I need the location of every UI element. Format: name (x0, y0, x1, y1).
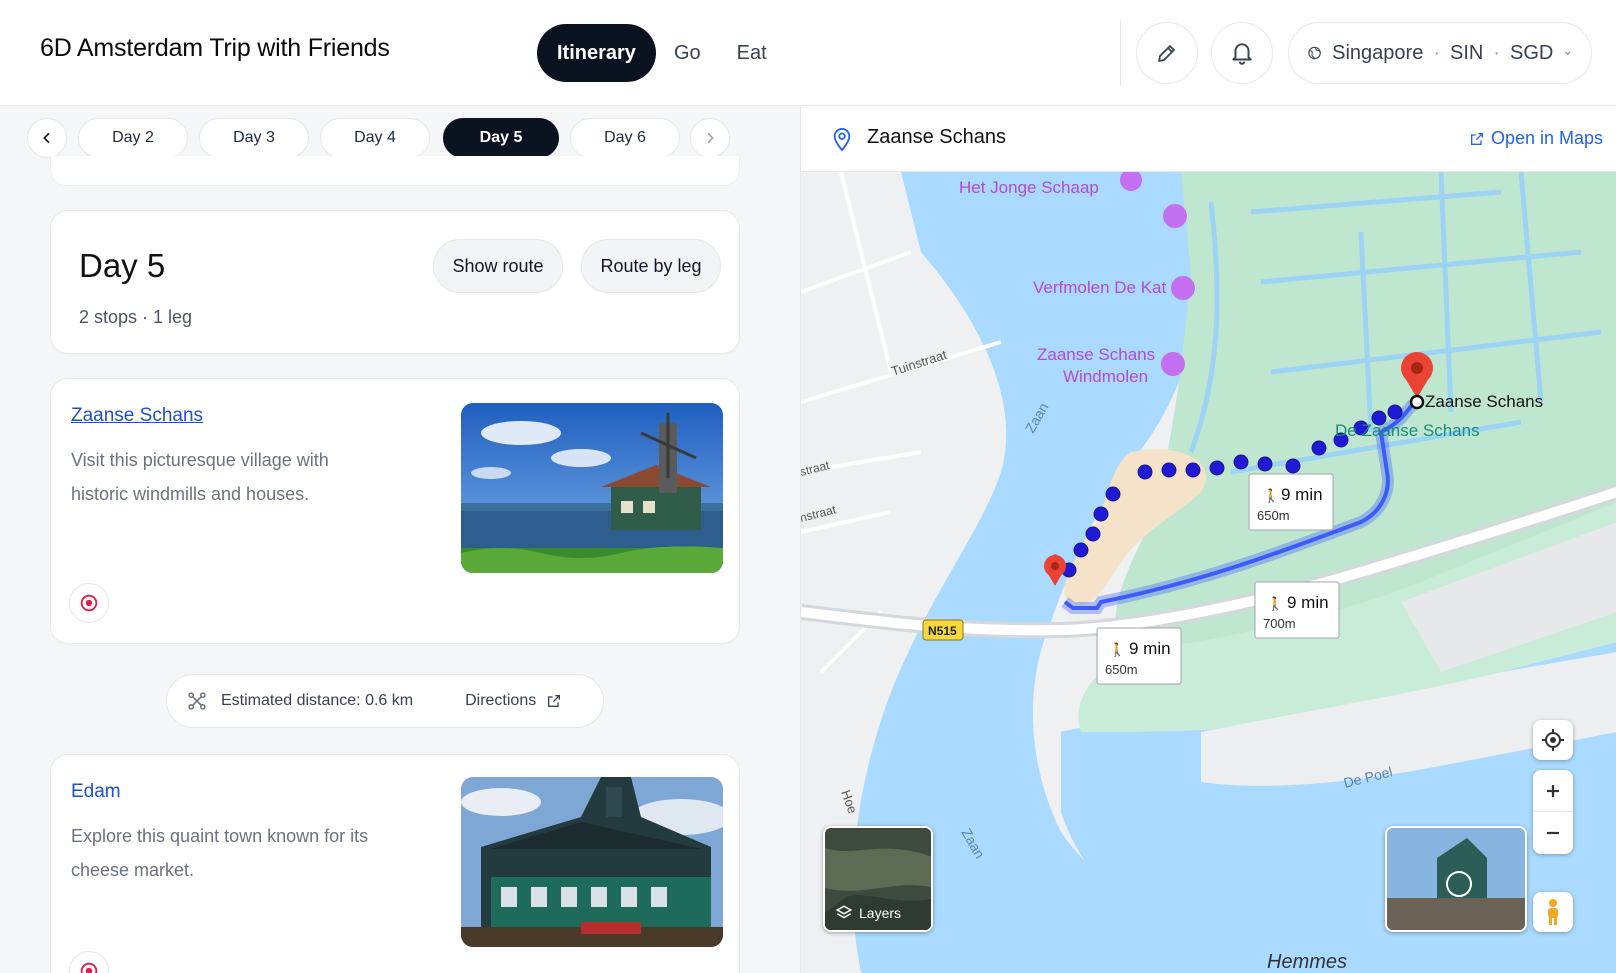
svg-text:9 min: 9 min (1287, 593, 1329, 612)
layers-label-row: Layers (835, 904, 901, 922)
stop-description: Explore this quaint town known for its c… (71, 826, 369, 880)
edam-photo (461, 777, 723, 947)
route-callout-1[interactable]: 🚶 9 min 650m (1248, 473, 1334, 531)
notifications-button[interactable] (1211, 22, 1273, 84)
map-place-name: Zaanse Schans (867, 126, 1006, 148)
edit-trip-button[interactable] (1136, 22, 1198, 84)
pegman-icon (1548, 899, 1558, 925)
target-icon (80, 594, 98, 612)
directions-link[interactable]: Directions (465, 692, 562, 710)
day-title: Day 5 (79, 247, 166, 284)
day-stats: 2 stops · 1 leg (79, 307, 193, 327)
prev-day-button[interactable] (27, 118, 67, 158)
poi-zaanse-schans-windmolen[interactable] (1161, 352, 1185, 376)
location-pin-icon (833, 128, 851, 152)
chevron-right-icon (707, 132, 714, 144)
area-label-hemmes: Hemmes (1267, 951, 1347, 973)
bell-icon (1232, 43, 1252, 65)
external-link-icon (548, 695, 561, 707)
route-callout-3[interactable]: 🚶 9 min 650m (1096, 627, 1182, 685)
locale-city: Singapore (1332, 41, 1424, 64)
zoom-controls (1533, 770, 1573, 854)
pegman-button[interactable] (1533, 892, 1573, 932)
minus-icon (1547, 831, 1559, 835)
svg-text:🚶: 🚶 (1267, 596, 1283, 611)
stop-description: Visit this picturesque village with hist… (71, 450, 329, 504)
poi-label-verfmolen-de-kat: Verfmolen De Kat (1033, 278, 1167, 297)
plus-icon (1547, 784, 1559, 797)
my-location-button[interactable] (1533, 720, 1573, 760)
route-by-leg-button[interactable]: Route by leg (581, 239, 721, 293)
stop-card-zaanse-schans: Zaanse Schans Visit this picturesque vil… (50, 378, 740, 644)
leg-summary: Estimated distance: 0.6 km Directions (166, 674, 604, 728)
svg-text:9 min: 9 min (1129, 639, 1171, 658)
layers-icon (835, 905, 853, 919)
poi-label-windmolen: Windmolen (1063, 367, 1148, 386)
open-in-maps-label: Open in Maps (1490, 128, 1603, 148)
day-summary-card: Day 5 2 stops · 1 leg Show route Route b… (50, 210, 740, 354)
poi-verfmolen-de-kat[interactable] (1171, 276, 1195, 300)
directions-label: Directions (465, 692, 537, 709)
map-canvas[interactable]: Het Jonge Schaap Verfmolen De Kat Zaanse… (801, 172, 1616, 973)
crosshair-icon (1542, 729, 1564, 751)
trip-title: 6D Amsterdam Trip with Friends (40, 34, 390, 62)
map-header: Zaanse Schans Open in Maps (801, 106, 1616, 172)
locale-separator: · (1433, 41, 1440, 64)
target-icon (80, 962, 98, 973)
svg-text:9 min: 9 min (1281, 485, 1323, 504)
svg-text:N515: N515 (928, 624, 957, 638)
layers-label: Layers (859, 905, 902, 921)
street-view-thumbnail[interactable] (1385, 826, 1527, 932)
locale-airport: SIN (1450, 41, 1484, 64)
svg-text:🚶: 🚶 (1263, 488, 1279, 503)
open-in-maps-link[interactable]: Open in Maps (1469, 128, 1603, 149)
stop-name-link[interactable]: Edam (71, 781, 121, 803)
pencil-icon (1158, 45, 1175, 62)
svg-text:🚶: 🚶 (1109, 642, 1125, 657)
poi-label-het-jonge-schaap: Het Jonge Schaap (959, 178, 1099, 197)
locale-separator: · (1493, 41, 1501, 64)
zoom-in-button[interactable] (1533, 770, 1573, 812)
poi-label-zaanse-schans: Zaanse Schans (1037, 345, 1155, 364)
leg-distance: Estimated distance: 0.6 km (221, 692, 414, 709)
app-header: 6D Amsterdam Trip with Friends Itinerary… (0, 0, 1616, 106)
zoom-out-button[interactable] (1533, 812, 1573, 854)
main-tabs: Itinerary Go Eat (537, 24, 785, 82)
locale-currency: SGD (1510, 41, 1554, 64)
stop-locate-button[interactable] (69, 583, 109, 623)
previous-card-edge (50, 156, 740, 186)
area-label-de-zaanse-schans: De Zaanse Schans (1335, 421, 1480, 440)
road-shield-n515: N515 (922, 619, 964, 641)
day-pill-6[interactable]: Day 6 (570, 118, 680, 158)
chevron-left-icon (43, 132, 50, 144)
route-icon (188, 692, 206, 710)
chevron-down-icon (1565, 51, 1571, 55)
zaanse-schans-photo (461, 403, 723, 573)
next-day-button[interactable] (690, 118, 730, 158)
svg-text:700m: 700m (1263, 616, 1296, 631)
itinerary-panel: Day 2 Day 3 Day 4 Day 5 Day 6 Day 5 2 st… (0, 106, 800, 973)
show-route-button[interactable]: Show route (433, 239, 563, 293)
day-pill-2[interactable]: Day 2 (78, 118, 188, 158)
route-callout-2[interactable]: 🚶 9 min 700m (1254, 581, 1340, 639)
tab-itinerary[interactable]: Itinerary (537, 24, 656, 82)
svg-text:650m: 650m (1105, 662, 1138, 677)
tab-eat[interactable]: Eat (719, 24, 785, 82)
map-panel: Zaanse Schans Open in Maps Het Jonge Sch… (800, 106, 1616, 973)
day-pill-4[interactable]: Day 4 (320, 118, 430, 158)
stop-locate-button[interactable] (69, 951, 109, 973)
globe-icon (1308, 46, 1321, 60)
poi-museum[interactable] (1163, 204, 1187, 228)
stop-name-link[interactable]: Zaanse Schans (71, 405, 203, 427)
day-pill-3[interactable]: Day 3 (199, 118, 309, 158)
svg-text:650m: 650m (1257, 508, 1290, 523)
destination-label: Zaanse Schans (1425, 392, 1543, 411)
tab-go[interactable]: Go (656, 24, 719, 82)
layers-toggle[interactable]: Layers (823, 826, 933, 932)
locale-selector[interactable]: Singapore · SIN · SGD (1288, 22, 1592, 84)
external-link-icon (1470, 132, 1483, 145)
stop-card-edam: Edam Explore this quaint town known for … (50, 754, 740, 973)
day-pill-5[interactable]: Day 5 (443, 118, 559, 158)
header-divider (1120, 20, 1121, 86)
